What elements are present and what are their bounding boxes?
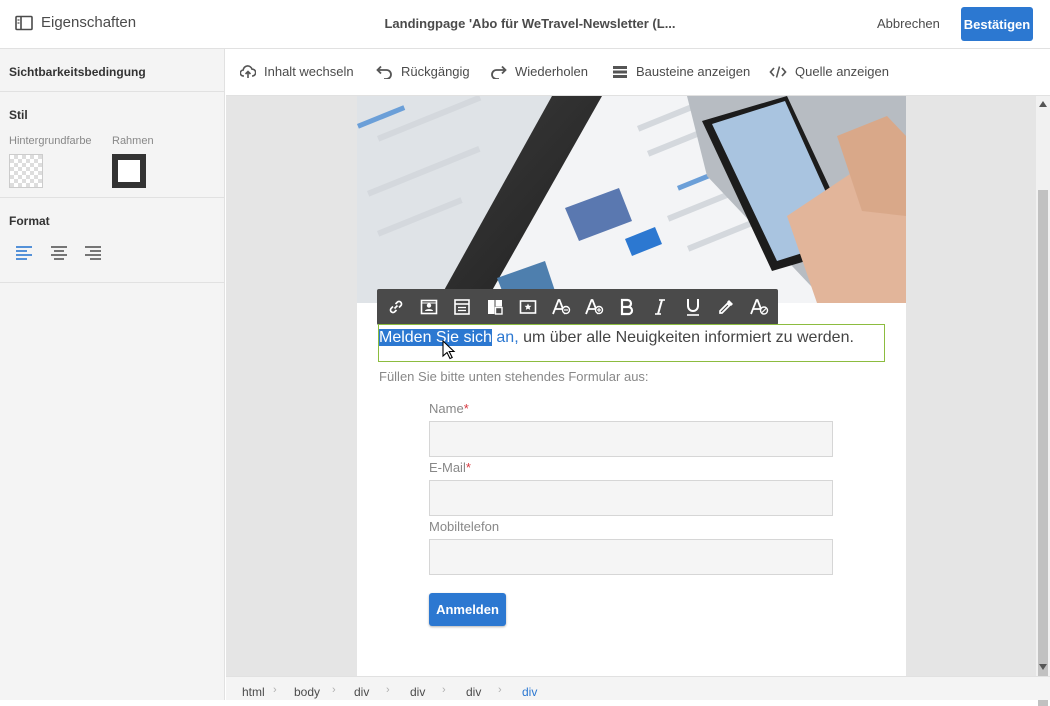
clear-format-icon xyxy=(749,299,768,315)
selected-text[interactable]: Melden Sie sich xyxy=(379,329,492,346)
content-block-icon xyxy=(453,299,470,315)
fragment-button[interactable] xyxy=(478,289,511,325)
show-source-button[interactable]: Quelle anzeigen xyxy=(769,64,889,79)
headline-link[interactable]: an, xyxy=(492,329,518,346)
breadcrumb-item[interactable]: div xyxy=(410,685,425,699)
switch-content-label: Inhalt wechseln xyxy=(264,64,354,79)
redo-button[interactable]: Wiederholen xyxy=(490,64,588,79)
align-left-icon xyxy=(16,246,32,260)
undo-label: Rückgängig xyxy=(401,64,470,79)
fragment-icon xyxy=(487,300,503,315)
visibility-section[interactable]: Sichtbarkeitsbedingung xyxy=(0,49,224,92)
italic-icon xyxy=(654,299,665,315)
hero-image[interactable] xyxy=(357,96,906,303)
chevron-right-icon: › xyxy=(442,684,446,696)
text-color-button[interactable] xyxy=(544,289,577,325)
mobile-label: Mobiltelefon xyxy=(429,519,500,534)
editor-canvas[interactable]: Melden Sie sich an, um über alle Neuigke… xyxy=(226,96,1036,676)
border-swatch[interactable] xyxy=(112,154,146,188)
style-section: Stil Hintergrundfarbe Rahmen xyxy=(0,92,224,198)
italic-button[interactable] xyxy=(643,289,676,325)
email-label-text: E-Mail xyxy=(429,460,466,475)
mobile-input[interactable] xyxy=(429,539,833,575)
breadcrumb-item[interactable]: div xyxy=(354,685,369,699)
cloud-upload-icon xyxy=(240,64,256,78)
personalization-button[interactable] xyxy=(412,289,445,325)
inline-format-toolbar xyxy=(377,289,778,325)
required-mark: * xyxy=(465,460,471,475)
align-center-button[interactable] xyxy=(50,245,72,267)
link-icon xyxy=(389,300,402,314)
switch-content-button[interactable]: Inhalt wechseln xyxy=(240,64,354,79)
required-mark: * xyxy=(463,401,469,416)
background-color-button[interactable] xyxy=(577,289,610,325)
dynamic-content-icon xyxy=(519,300,536,314)
canvas-scrollbar[interactable] xyxy=(1036,96,1050,706)
redo-icon xyxy=(491,65,507,79)
name-input[interactable] xyxy=(429,421,833,457)
color-picker-icon xyxy=(718,300,733,314)
headline-rest: um über alle Neuigkeiten informiert zu w… xyxy=(518,329,854,346)
dynamic-content-button[interactable] xyxy=(511,289,544,325)
breadcrumb: html › body › div › div › div › div xyxy=(226,676,1050,700)
visibility-condition-label: Sichtbarkeitsbedingung xyxy=(9,65,146,79)
code-icon xyxy=(769,65,787,78)
breadcrumb-item[interactable]: div xyxy=(466,685,481,699)
blocks-icon xyxy=(613,65,627,78)
undo-button[interactable]: Rückgängig xyxy=(376,64,470,79)
breadcrumb-item[interactable]: html xyxy=(242,685,265,699)
scroll-up-icon[interactable] xyxy=(1039,101,1047,107)
chevron-right-icon: › xyxy=(386,684,390,696)
hero-illustration xyxy=(357,96,906,303)
name-label-text: Name xyxy=(429,401,464,416)
style-heading: Stil xyxy=(9,108,28,122)
chevron-right-icon: › xyxy=(273,684,277,696)
format-section: Format xyxy=(0,198,224,283)
submit-button[interactable]: Anmelden xyxy=(429,593,506,626)
align-right-icon xyxy=(85,246,101,260)
underline-icon xyxy=(686,299,699,316)
scroll-down-icon[interactable] xyxy=(1039,664,1047,670)
personalization-icon xyxy=(420,299,437,315)
breadcrumb-item[interactable]: body xyxy=(294,685,320,699)
background-color-icon xyxy=(584,299,603,315)
align-center-icon xyxy=(51,246,67,260)
background-color-swatch[interactable] xyxy=(9,154,43,188)
scroll-thumb[interactable] xyxy=(1038,190,1048,706)
landing-page: Melden Sie sich an, um über alle Neuigke… xyxy=(357,96,906,676)
border-label: Rahmen xyxy=(112,135,154,147)
chevron-right-icon: › xyxy=(332,684,336,696)
bold-icon xyxy=(620,298,633,316)
redo-label: Wiederholen xyxy=(515,64,588,79)
properties-sidebar: Sichtbarkeitsbedingung Stil Hintergrundf… xyxy=(0,49,225,700)
email-label: E-Mail* xyxy=(429,460,471,475)
align-left-button[interactable] xyxy=(15,245,37,267)
bold-button[interactable] xyxy=(610,289,643,325)
content-block-button[interactable] xyxy=(445,289,478,325)
name-label: Name* xyxy=(429,401,469,416)
form-intro: Füllen Sie bitte unten stehendes Formula… xyxy=(379,369,649,384)
editor-toolbar: Inhalt wechseln Rückgängig Wiederholen B… xyxy=(226,49,1050,96)
show-blocks-button[interactable]: Bausteine anzeigen xyxy=(612,64,750,79)
background-color-label: Hintergrundfarbe xyxy=(9,135,92,147)
top-bar: Eigenschaften Landingpage 'Abo für WeTra… xyxy=(0,0,1050,49)
chevron-right-icon: › xyxy=(498,684,502,696)
color-picker-button[interactable] xyxy=(709,289,742,325)
format-heading: Format xyxy=(9,214,50,228)
breadcrumb-item-active[interactable]: div xyxy=(522,685,537,699)
underline-button[interactable] xyxy=(676,289,709,325)
link-button[interactable] xyxy=(379,289,412,325)
email-input[interactable] xyxy=(429,480,833,516)
show-blocks-label: Bausteine anzeigen xyxy=(636,64,751,79)
undo-icon xyxy=(376,65,392,79)
text-color-icon xyxy=(551,299,570,315)
cancel-button[interactable]: Abbrechen xyxy=(877,16,940,31)
mouse-cursor-icon xyxy=(442,340,456,360)
show-source-label: Quelle anzeigen xyxy=(795,64,889,79)
confirm-button[interactable]: Bestätigen xyxy=(961,7,1033,41)
clear-format-button[interactable] xyxy=(742,289,775,325)
align-right-button[interactable] xyxy=(84,245,106,267)
